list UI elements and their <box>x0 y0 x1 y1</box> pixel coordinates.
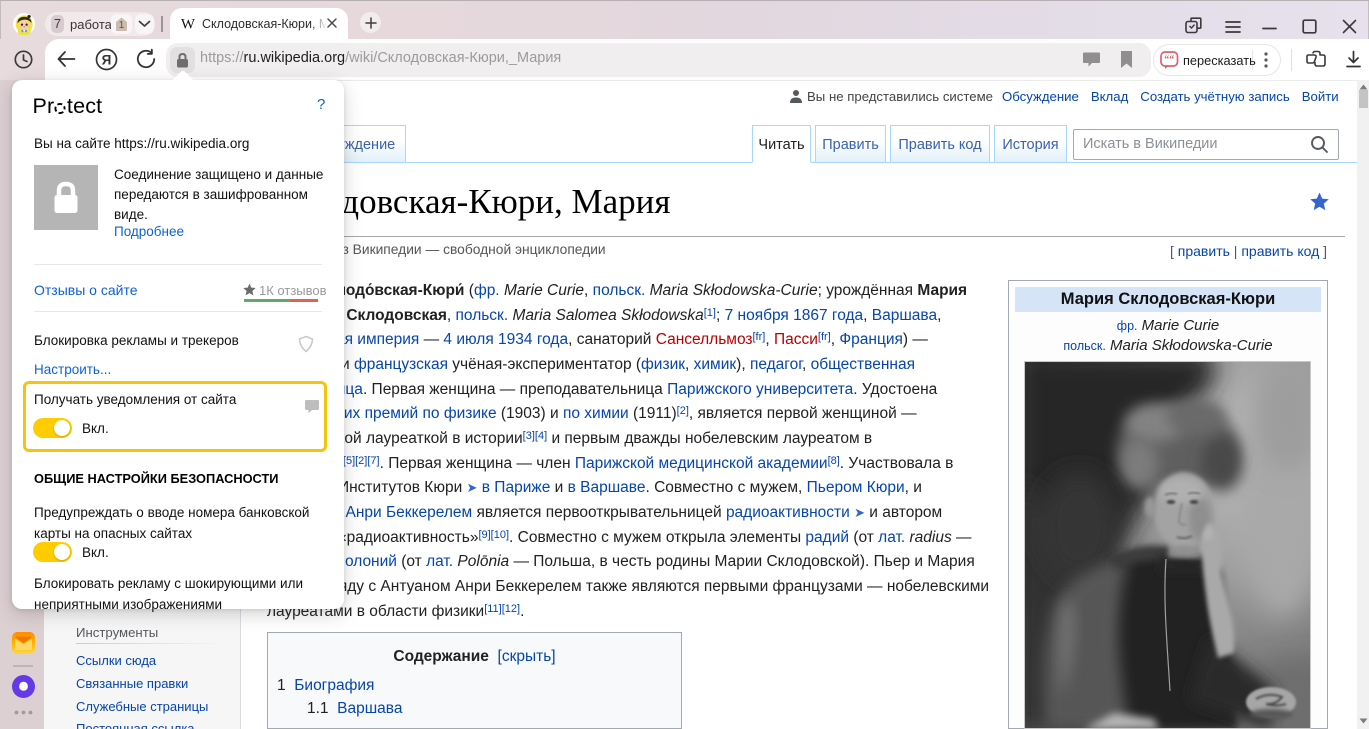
svg-text:W: W <box>181 17 196 32</box>
svg-text:1: 1 <box>119 20 125 31</box>
svg-text:““: ““ <box>1164 55 1174 66</box>
svg-text:Я: Я <box>102 52 112 67</box>
